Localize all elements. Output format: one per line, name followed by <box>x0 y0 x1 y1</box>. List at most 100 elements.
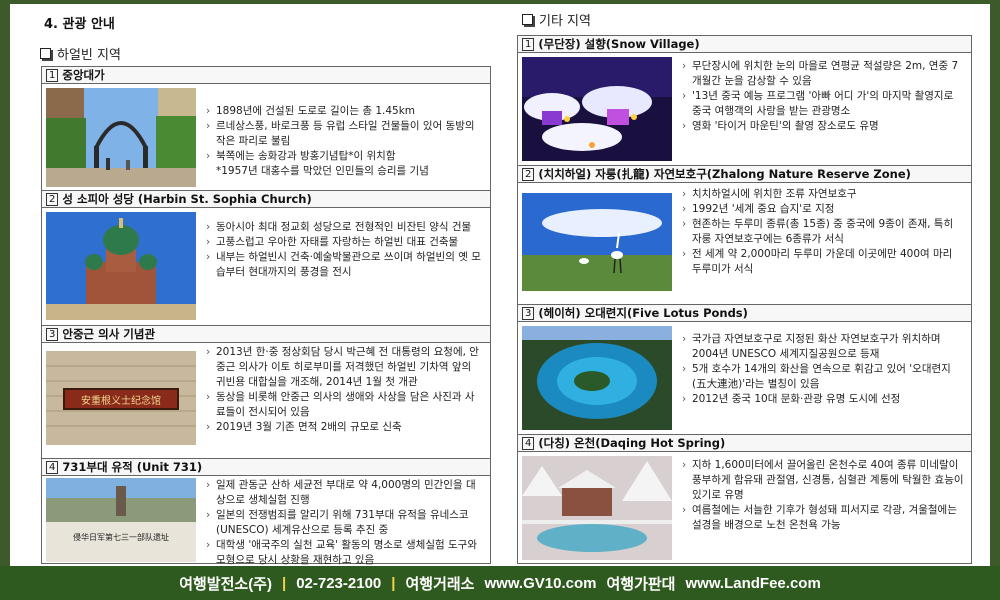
bullet: 2019년 3월 기존 면적 2배의 규모로 신축 <box>204 420 484 435</box>
item-bullets: 국가급 자연보호구로 지정된 화산 자연보호구가 위치하며 2004년 UNES… <box>680 332 965 407</box>
bullet: 여름철에는 서늘한 기후가 형성돼 피서지로 각광, 겨울철에는 설경을 배경으… <box>680 503 965 533</box>
left-item-3: 3 안중근 의사 기념관 安重根义士纪念馆 › 2013년 한·중 정상회담 당… <box>42 326 490 459</box>
item-header: 2 성 소피아 성당 (Harbin St. Sophia Church) <box>42 191 490 208</box>
item-title: 성 소피아 성당 (Harbin St. Sophia Church) <box>62 192 312 206</box>
item-title: (다칭) 온천(Daqing Hot Spring) <box>538 436 726 450</box>
footnote: *1957년 대홍수를 막았던 인민들의 승리를 기념 <box>216 165 429 177</box>
item-bullets: 일제 관동군 산하 세균전 부대로 약 4,000명의 민간인을 대상으로 생체… <box>204 478 484 568</box>
item-number: 4 <box>522 436 535 450</box>
item-body: 치치하얼시에 위치한 조류 자연보호구 1992년 '세계 중요 습지'로 지정… <box>518 183 971 305</box>
footer-phone: 02-723-2100 <box>296 574 382 592</box>
item-header: 4 731부대 유적 (Unit 731) <box>42 459 490 476</box>
left-item-1: 1 중앙대가 › 1898년에 건설된 도로로 길이는 총 1.45km › 르… <box>42 67 490 191</box>
item-number: 4 <box>46 460 59 474</box>
footer-market-label: 여행가판대 <box>606 575 676 593</box>
bullet: 무단장시에 위치한 눈의 마을로 연평균 적설량은 2m, 연중 7개월간 눈을… <box>680 59 965 89</box>
footer-separator: | <box>281 574 287 592</box>
item-header: 1 중앙대가 <box>42 67 490 84</box>
right-region-heading: 기타 지역 <box>522 10 591 29</box>
unit-731-sign-text: 侵华日军第七三一部队遗址 <box>73 532 169 542</box>
left-column-table: 1 중앙대가 › 1898년에 건설된 도로로 길이는 총 1.45km › 르… <box>41 66 491 566</box>
right-item-4: 4 (다칭) 온천(Daqing Hot Spring) › 지하 1,600미… <box>518 435 971 560</box>
bullet: '13년 중국 예능 프로그램 '아빠 어디 가'의 마지막 촬영지로 중국 여… <box>680 89 965 119</box>
snow-village-photo <box>522 57 672 161</box>
zhalong-cranes-photo <box>522 193 672 291</box>
bullet: 북쪽에는 송화강과 방홍기념탑*이 위치함 <box>204 149 484 164</box>
bullet: 동상을 비롯해 안중근 의사의 생애와 사상을 담은 사진과 사료들이 전시되어… <box>204 390 484 420</box>
bullet: 현존하는 두루미 종류(총 15종) 중 중국에 9종이 존재, 특히 자룽 자… <box>680 217 965 247</box>
left-region-label: 하얼빈 지역 <box>57 48 121 63</box>
unit-731-photo: 侵华日军第七三一部队遗址 <box>46 478 196 562</box>
sophia-church-photo <box>46 212 196 320</box>
item-body: 국가급 자연보호구로 지정된 화산 자연보호구가 위치하며 2004년 UNES… <box>518 322 971 435</box>
item-bullets: 지하 1,600미터에서 끌어올린 온천수로 40여 종류 미네랄이 풍부하게 … <box>680 458 965 533</box>
item-header: 4 (다칭) 온천(Daqing Hot Spring) <box>518 435 971 452</box>
footer-exchange-url[interactable]: www.GV10.com <box>484 575 596 592</box>
footer-bar: 여행발전소(주) | 02-723-2100 | 여행거래소 www.GV10.… <box>0 566 1000 600</box>
bullet: 치치하얼시에 위치한 조류 자연보호구 <box>680 187 965 202</box>
central-street-photo <box>46 88 196 187</box>
bullet: 르네상스풍, 바로크풍 등 유럽 스타일 건물들이 있어 동방의 작은 파리로 … <box>204 119 484 149</box>
bullet: 대학생 '애국주의 실천 교육' 활동의 명소로 생체실험 도구와 모형으로 당… <box>204 538 484 568</box>
bullet: 국가급 자연보호구로 지정된 화산 자연보호구가 위치하며 2004년 UNES… <box>680 332 965 362</box>
item-title: (무단장) 설향(Snow Village) <box>538 37 700 51</box>
checkbox-square-icon <box>522 14 533 25</box>
bullet: 1898년에 건설된 도로로 길이는 총 1.45km <box>204 104 484 119</box>
bullet: 2012년 중국 10대 문화·관광 유명 도시에 선정 <box>680 392 965 407</box>
bullet: 5개 호수가 14개의 화산을 연속으로 휘감고 있어 '오대련지(五大連池)'… <box>680 362 965 392</box>
item-bullets: 무단장시에 위치한 눈의 마을로 연평균 적설량은 2m, 연중 7개월간 눈을… <box>680 59 965 134</box>
left-item-4: 4 731부대 유적 (Unit 731) 侵华日军第七三一部队遗址 일제 관동… <box>42 459 490 566</box>
five-lotus-ponds-photo <box>522 326 672 430</box>
item-number: 2 <box>46 192 59 206</box>
item-header: 1 (무단장) 설향(Snow Village) <box>518 36 971 53</box>
bullet: 2013년 한·중 정상회담 당시 박근혜 전 대통령의 요청에, 안중근 의사… <box>204 345 484 390</box>
bullet: 전 세계 약 2,000마리 두루미 가운데 이곳에만 400여 마리 두루미가… <box>680 247 965 277</box>
item-title: 731부대 유적 (Unit 731) <box>62 460 203 474</box>
item-number: 3 <box>46 327 59 341</box>
footer-exchange-label: 여행거래소 <box>405 575 475 593</box>
bullet: 영화 '타이거 마운틴'의 촬영 장소로도 유명 <box>680 119 965 134</box>
section-title: 4. 관광 안내 <box>44 17 115 32</box>
document-page: 4. 관광 안내 하얼빈 지역 1 중앙대가 › 1898년에 건설된 도로로 … <box>10 4 990 566</box>
item-bullets: 2013년 한·중 정상회담 당시 박근혜 전 대통령의 요청에, 안중근 의사… <box>204 345 484 435</box>
bullet: 내부는 하얼빈시 건축·예술박물관으로 쓰이며 하얼빈의 옛 모습부터 현대까지… <box>204 250 484 280</box>
item-body: 安重根义士纪念馆 2013년 한·중 정상회담 당시 박근혜 전 대통령의 요청… <box>42 343 490 459</box>
item-body: 侵华日军第七三一部队遗址 일제 관동군 산하 세균전 부대로 약 4,000명의… <box>42 476 490 568</box>
item-title: 중앙대가 <box>62 68 105 82</box>
item-title: (치치하얼) 자룽(扎龍) 자연보호구(Zhalong Nature Reser… <box>538 167 911 181</box>
item-title: 안중근 의사 기념관 <box>62 327 156 341</box>
footer-company: 여행발전소(주) <box>179 575 272 593</box>
item-body: 지하 1,600미터에서 끌어올린 온천수로 40여 종류 미네랄이 풍부하게 … <box>518 452 971 564</box>
daqing-hot-spring-photo <box>522 456 672 560</box>
right-region-label: 기타 지역 <box>539 14 591 29</box>
bullet: 고풍스럽고 우아한 자태를 자랑하는 하얼빈 대표 건축물 <box>204 235 484 250</box>
right-item-2: 2 (치치하얼) 자룽(扎龍) 자연보호구(Zhalong Nature Res… <box>518 166 971 305</box>
right-item-1: 1 (무단장) 설향(Snow Village) › 무단장시에 위치한 눈의 … <box>518 36 971 166</box>
item-number: 2 <box>522 167 535 181</box>
item-bullets: 동아시아 최대 정교회 성당으로 전형적인 비잔틴 양식 건물 고풍스럽고 우아… <box>204 220 484 280</box>
item-body: 무단장시에 위치한 눈의 마을로 연평균 적설량은 2m, 연중 7개월간 눈을… <box>518 53 971 166</box>
item-header: 2 (치치하얼) 자룽(扎龍) 자연보호구(Zhalong Nature Res… <box>518 166 971 183</box>
item-header: 3 안중근 의사 기념관 <box>42 326 490 343</box>
bullet: 동아시아 최대 정교회 성당으로 전형적인 비잔틴 양식 건물 <box>204 220 484 235</box>
checkbox-square-icon <box>40 48 51 59</box>
ahn-junggeun-memorial-photo: 安重根义士纪念馆 <box>46 351 196 445</box>
item-body: 동아시아 최대 정교회 성당으로 전형적인 비잔틴 양식 건물 고풍스럽고 우아… <box>42 208 490 326</box>
bullet: 지하 1,600미터에서 끌어올린 온천수로 40여 종류 미네랄이 풍부하게 … <box>680 458 965 503</box>
bullet: 일본의 전쟁범죄를 알리기 위해 731부대 유적을 유네스코(UNESCO) … <box>204 508 484 538</box>
footer-separator: | <box>391 574 396 592</box>
right-column-table: 1 (무단장) 설향(Snow Village) › 무단장시에 위치한 눈의 … <box>517 35 972 564</box>
item-number: 3 <box>522 306 535 320</box>
right-item-3: 3 (헤이허) 오대련지(Five Lotus Ponds) 국가급 자연보호구… <box>518 305 971 435</box>
bullet: 일제 관동군 산하 세균전 부대로 약 4,000명의 민간인을 대상으로 생체… <box>204 478 484 508</box>
item-number: 1 <box>522 37 535 51</box>
item-bullets: 1898년에 건설된 도로로 길이는 총 1.45km 르네상스풍, 바로크풍 … <box>204 104 484 179</box>
item-body: 1898년에 건설된 도로로 길이는 총 1.45km 르네상스풍, 바로크풍 … <box>42 84 490 191</box>
footer-market-url[interactable]: www.LandFee.com <box>685 575 820 592</box>
left-region-heading: 하얼빈 지역 <box>40 44 121 63</box>
item-bullets: 치치하얼시에 위치한 조류 자연보호구 1992년 '세계 중요 습지'로 지정… <box>680 187 965 277</box>
item-header: 3 (헤이허) 오대련지(Five Lotus Ponds) <box>518 305 971 322</box>
item-number: 1 <box>46 68 59 82</box>
bullet: 1992년 '세계 중요 습지'로 지정 <box>680 202 965 217</box>
item-title: (헤이허) 오대련지(Five Lotus Ponds) <box>538 306 748 320</box>
